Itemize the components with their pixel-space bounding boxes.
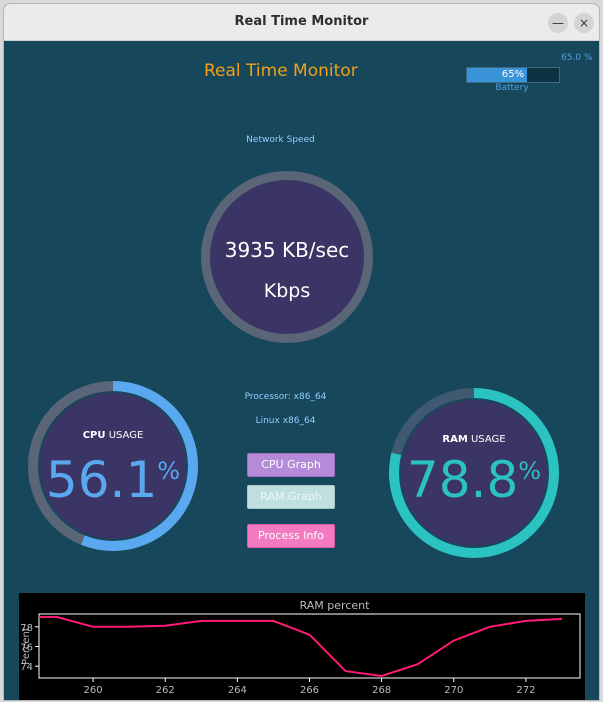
cpu-usage-value: 56.1% <box>45 451 181 509</box>
network-speed-label: Network Speed <box>246 135 315 145</box>
window-title: Real Time Monitor <box>234 14 369 29</box>
title-bar[interactable]: Real Time Monitor — × <box>4 4 599 41</box>
network-speed-gauge: 3935 KB/sec Kbps <box>201 171 373 343</box>
cpu-graph-button[interactable]: CPU Graph <box>247 453 335 477</box>
battery-percent-text: 65.0 % <box>561 53 593 63</box>
process-info-button[interactable]: Process Info <box>247 524 335 548</box>
ram-usage-gauge: RAM USAGE 78.8% <box>387 386 561 560</box>
chart-x-tick-label: 272 <box>516 685 535 696</box>
chart-y-tick-label: 78 <box>20 623 33 634</box>
chart-x-tick-label: 260 <box>84 685 103 696</box>
battery-bar-label: 65% <box>501 69 525 80</box>
close-button[interactable]: × <box>574 13 594 33</box>
battery-progress-bar: 65% <box>466 67 560 83</box>
chart-x-tick-label: 270 <box>444 685 463 696</box>
cpu-usage-gauge: CPU USAGE 56.1% <box>26 379 200 553</box>
chart-y-tick-label: 76 <box>20 642 33 653</box>
chart-x-tick-label: 266 <box>300 685 319 696</box>
chart-plot-frame <box>38 613 581 679</box>
ram-percent-graph: RAM percent Percent 260 262 264 266 268 270 272 7… <box>19 593 585 700</box>
minimize-button[interactable]: — <box>548 13 568 33</box>
ram-usage-value: 78.8% <box>406 451 542 509</box>
chart-series-line <box>39 616 563 678</box>
main-content: Real Time Monitor 65.0 % 65% Battery Net… <box>4 41 599 700</box>
cpu-usage-title: CPU USAGE <box>82 430 144 441</box>
chart-title: RAM percent <box>300 599 371 612</box>
app-title: Real Time Monitor <box>204 61 358 81</box>
ram-usage-title: RAM USAGE <box>442 434 506 445</box>
ram-chart-svg: RAM percentPercent260 262 264 266 268 270 2727… <box>20 599 581 696</box>
app-window: Real Time Monitor — × Real Time Monitor … <box>4 4 599 700</box>
ram-graph-button[interactable]: RAM Graph <box>247 485 335 509</box>
chart-x-tick-label: 268 <box>372 685 391 696</box>
network-speed-value: 3935 KB/sec <box>224 238 350 262</box>
chart-x-tick-label: 262 <box>156 685 175 696</box>
battery-label: Battery <box>495 83 529 93</box>
network-speed-unit: Kbps <box>263 280 311 302</box>
chart-y-tick-label: 74 <box>20 662 33 673</box>
chart-x-tick-label: 264 <box>228 685 247 696</box>
